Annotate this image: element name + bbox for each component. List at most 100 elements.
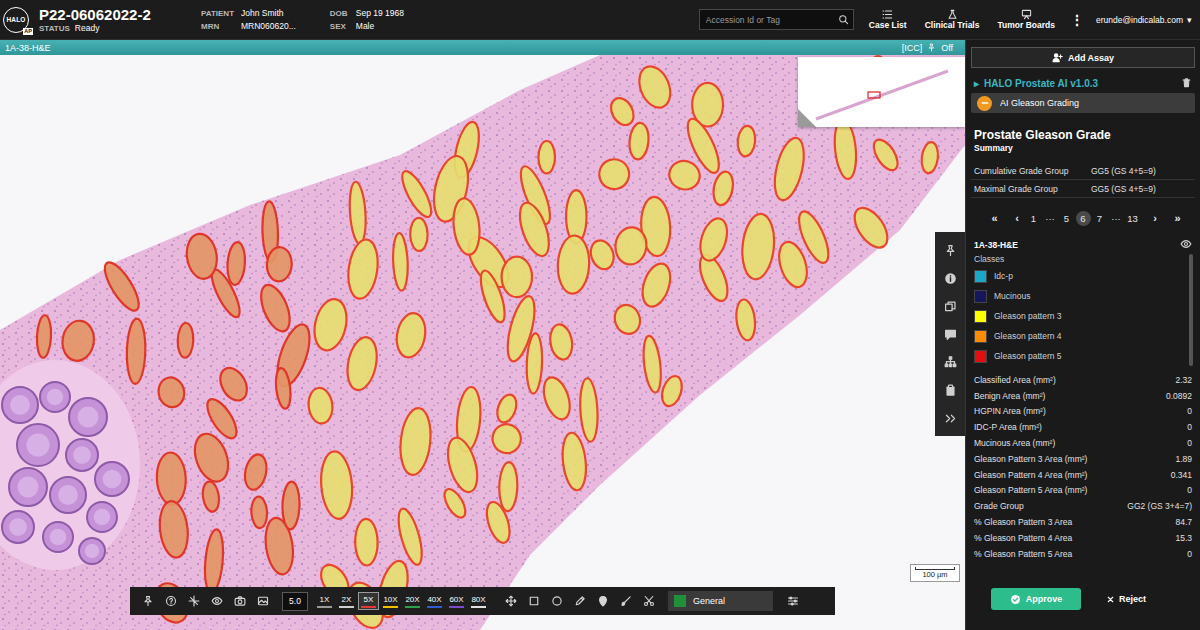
class-row[interactable]: Idc-p bbox=[971, 266, 1195, 286]
class-selector[interactable]: General bbox=[668, 591, 773, 611]
search-box[interactable] bbox=[699, 9, 854, 30]
minimap[interactable] bbox=[798, 57, 965, 127]
zoom-button[interactable]: 5X bbox=[358, 592, 379, 610]
zoom-button[interactable]: 60X bbox=[446, 592, 467, 610]
class-swatch bbox=[974, 290, 987, 303]
assay-expander[interactable]: ▸ bbox=[974, 78, 979, 89]
hide-annotations-button[interactable] bbox=[182, 590, 205, 612]
zoom-button[interactable]: 40X bbox=[424, 592, 445, 610]
marker-button[interactable] bbox=[591, 590, 614, 612]
magnification-field[interactable]: 5.0 bbox=[282, 592, 308, 611]
user-menu[interactable]: erunde@indicalab.com▾ bbox=[1096, 15, 1192, 25]
class-label: Mucinous bbox=[994, 291, 1030, 301]
pencil-button[interactable] bbox=[568, 590, 591, 612]
page-button[interactable]: 7 bbox=[1092, 211, 1107, 226]
gleason-3-region bbox=[319, 450, 355, 520]
class-label: Gleason pattern 4 bbox=[994, 331, 1062, 341]
benign-gland bbox=[43, 522, 73, 552]
gleason-3-region bbox=[832, 118, 858, 180]
zoom-button[interactable]: 80X bbox=[468, 592, 489, 610]
analysis-row[interactable]: AI Gleason Grading bbox=[971, 93, 1195, 113]
zoom-button[interactable]: 20X bbox=[402, 592, 423, 610]
icc-toggle[interactable]: [ICC] bbox=[902, 43, 923, 53]
zoom-color-bar bbox=[471, 606, 486, 608]
pin-button[interactable] bbox=[935, 236, 965, 264]
more-menu[interactable]: ⋮ bbox=[1070, 12, 1084, 28]
page-button[interactable]: 5 bbox=[1059, 211, 1074, 226]
status-value: Ready bbox=[75, 23, 100, 34]
metric-label: Classified Area (mm²) bbox=[974, 375, 1056, 385]
tumor-boards-link[interactable]: Tumor Boards bbox=[988, 9, 1063, 31]
comments-button[interactable] bbox=[935, 320, 965, 348]
clipboard-icon bbox=[944, 384, 957, 397]
class-row[interactable]: Gleason pattern 4 bbox=[971, 326, 1195, 346]
move-button[interactable] bbox=[499, 590, 522, 612]
page-button[interactable]: 13 bbox=[1125, 211, 1140, 226]
class-color-swatch bbox=[674, 595, 686, 607]
case-list-icon bbox=[882, 9, 893, 20]
viewer-toolbar: 5.0 1X2X5X10X20X40X60X80X General bbox=[130, 587, 835, 615]
assay-header[interactable]: ▸HALO Prostate AI v1.0.3 bbox=[971, 76, 1195, 90]
class-row[interactable]: Gleason pattern 5 bbox=[971, 346, 1195, 366]
layers-icon bbox=[944, 300, 957, 313]
metric-row: Classified Area (mm²)2.32 bbox=[971, 372, 1195, 388]
zoom-button[interactable]: 1X bbox=[314, 592, 335, 610]
class-row[interactable]: Gleason pattern 3 bbox=[971, 306, 1195, 326]
camera-icon bbox=[234, 595, 246, 607]
clinical-trials-link[interactable]: Clinical Trials bbox=[916, 9, 989, 31]
trash-button[interactable] bbox=[1181, 77, 1192, 90]
halo-ap-logo[interactable]: HALOAP bbox=[3, 7, 29, 33]
page-nav-button[interactable]: ‹ bbox=[1010, 211, 1025, 226]
search-icon[interactable] bbox=[838, 14, 849, 25]
image-button[interactable] bbox=[251, 590, 274, 612]
page-button[interactable]: 1 bbox=[1026, 211, 1041, 226]
clipboard-button[interactable] bbox=[935, 376, 965, 404]
zoom-button[interactable]: 10X bbox=[380, 592, 401, 610]
collapse-icon bbox=[944, 412, 957, 425]
gleason-3-region bbox=[355, 519, 378, 566]
clinical-trials-icon bbox=[947, 9, 958, 20]
settings-button[interactable] bbox=[781, 590, 804, 612]
minimap-thumbnail[interactable] bbox=[798, 57, 965, 127]
hierarchy-button[interactable] bbox=[935, 348, 965, 376]
pin-state[interactable]: Off bbox=[941, 43, 953, 53]
pin-button[interactable] bbox=[136, 590, 159, 612]
tumor-boards-icon bbox=[1021, 9, 1032, 20]
visibility-toggle[interactable] bbox=[1180, 238, 1192, 252]
layers-button[interactable] bbox=[935, 292, 965, 320]
gleason-3-region bbox=[682, 115, 725, 177]
gleason-4-region bbox=[274, 367, 292, 409]
rectangle-tool-button[interactable] bbox=[522, 590, 545, 612]
scissors-button[interactable] bbox=[637, 590, 660, 612]
page-nav-button[interactable]: › bbox=[1148, 211, 1163, 226]
zoom-button[interactable]: 2X bbox=[336, 592, 357, 610]
pin-icon[interactable] bbox=[927, 43, 936, 52]
tissue-slide-image[interactable] bbox=[0, 55, 965, 630]
page-nav-button[interactable]: « bbox=[987, 211, 1002, 226]
scrollbar[interactable] bbox=[1189, 254, 1193, 366]
gleason-4-region bbox=[60, 319, 96, 363]
help-button[interactable] bbox=[159, 590, 182, 612]
user-caret: ▾ bbox=[1187, 15, 1192, 25]
add-assay-button[interactable]: Add Assay bbox=[971, 47, 1195, 68]
search-input[interactable] bbox=[706, 15, 838, 25]
gleason-4-region bbox=[126, 318, 146, 384]
class-swatch bbox=[974, 330, 987, 343]
info-button[interactable] bbox=[935, 264, 965, 292]
case-list-link[interactable]: Case List bbox=[860, 9, 916, 31]
header-bar: HALOAPP22-06062022-2STATUSReadyPATIENTJo… bbox=[0, 0, 1200, 40]
page-nav-button[interactable]: » bbox=[1170, 211, 1185, 226]
camera-button[interactable] bbox=[228, 590, 251, 612]
brush-button[interactable] bbox=[614, 590, 637, 612]
collapse-button[interactable] bbox=[935, 404, 965, 432]
approve-button[interactable]: Approve bbox=[991, 588, 1081, 610]
metric-label: Gleason Pattern 4 Area (mm²) bbox=[974, 470, 1087, 480]
eye-button[interactable] bbox=[205, 590, 228, 612]
patient-fields: DOBSep 19 1968SEXMale bbox=[330, 8, 404, 32]
slide-canvas[interactable]: 100 µm5.01X2X5X10X20X40X60X80XGeneral bbox=[0, 55, 965, 630]
reject-button[interactable]: Reject bbox=[1106, 594, 1146, 604]
gleason-3-region bbox=[514, 199, 555, 259]
class-row[interactable]: Mucinous bbox=[971, 286, 1195, 306]
page-button[interactable]: 6 bbox=[1076, 211, 1091, 226]
ellipse-tool-button[interactable] bbox=[545, 590, 568, 612]
